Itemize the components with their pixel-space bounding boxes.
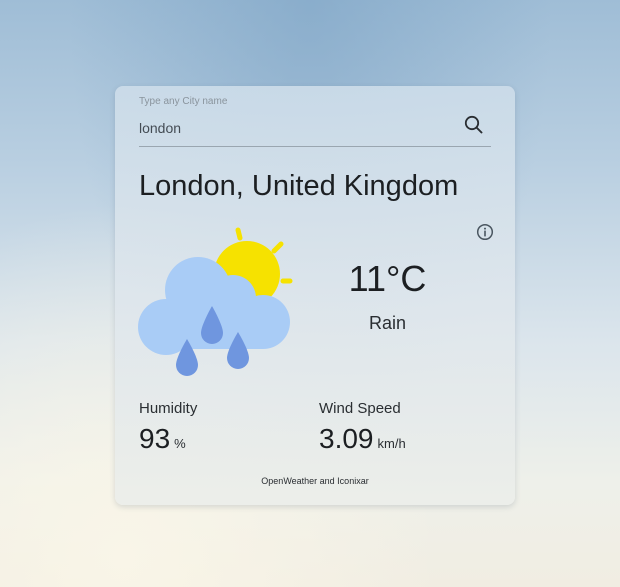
- search-icon: [464, 115, 483, 134]
- wind-speed-unit: km/h: [377, 436, 406, 451]
- wind-speed-label: Wind Speed: [319, 400, 401, 417]
- humidity-value: 93: [139, 423, 171, 454]
- search-button[interactable]: [463, 114, 485, 136]
- humidity-block: Humidity 93%: [139, 400, 197, 455]
- temperature-value: 11°C: [348, 258, 427, 299]
- humidity-label: Humidity: [139, 400, 198, 417]
- humidity-reading: 93%: [139, 423, 197, 455]
- city-search-input[interactable]: [139, 118, 439, 138]
- weather-card: Type any City name London, United Kingdo…: [115, 86, 515, 505]
- info-button[interactable]: [476, 223, 494, 241]
- search-label: Type any City name: [139, 96, 228, 107]
- search-bar: Type any City name: [139, 96, 491, 147]
- location-title: London, United Kingdom: [139, 170, 459, 202]
- humidity-unit: %: [174, 436, 186, 451]
- attribution-credit: OpenWeather and Iconixar: [261, 476, 369, 486]
- wind-speed-block: Wind Speed 3.09 km/h: [319, 400, 406, 455]
- wind-speed-value: 3.09: [319, 423, 374, 454]
- info-icon: [476, 223, 494, 241]
- cloud-rain-sun-icon: [135, 224, 295, 384]
- wind-speed-reading: 3.09 km/h: [319, 423, 406, 455]
- weather-condition: Rain: [368, 313, 407, 333]
